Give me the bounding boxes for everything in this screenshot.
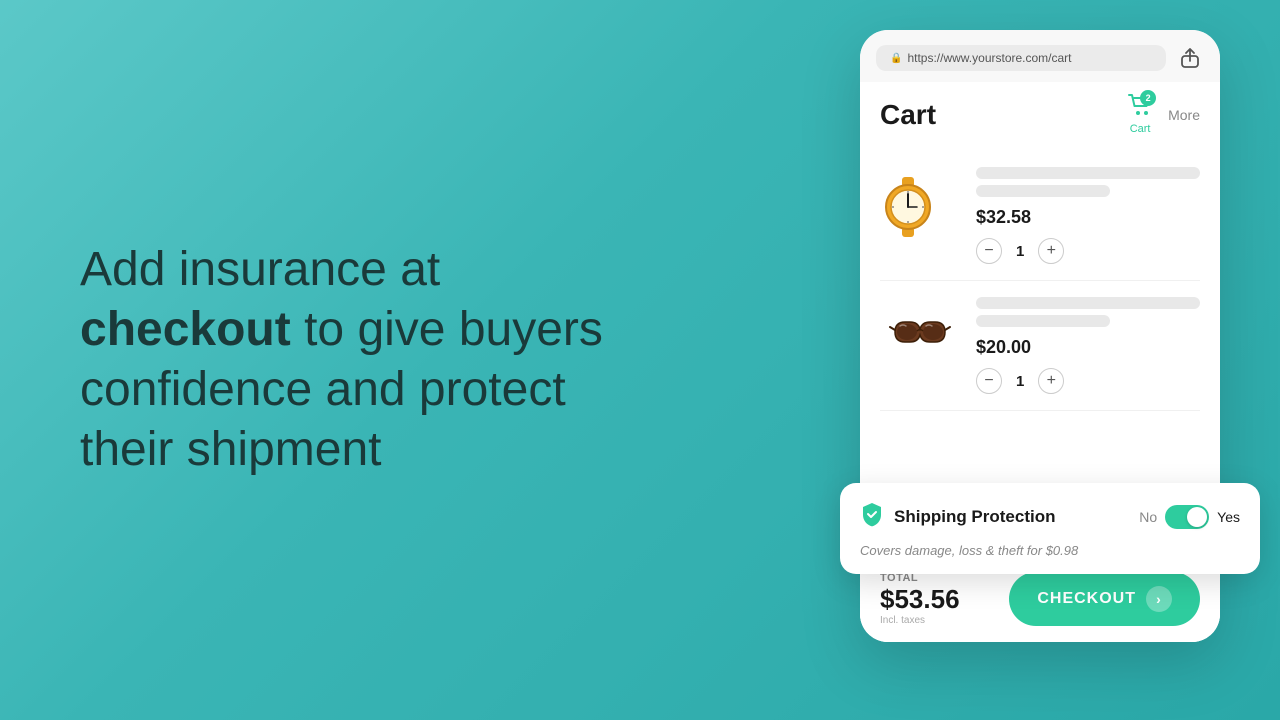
cart-nav-item[interactable]: 2 Cart xyxy=(1128,94,1152,135)
toggle-thumb xyxy=(1187,507,1207,527)
total-section: TOTAL $53.56 Incl. taxes xyxy=(880,572,960,626)
browser-bar: 🔒 https://www.yourstore.com/cart xyxy=(860,30,1220,82)
sp-description: Covers damage, loss & theft for $0.98 xyxy=(860,543,1220,558)
product-details-sunglasses: $20.00 − 1 + xyxy=(976,297,1200,394)
more-button[interactable]: More xyxy=(1168,107,1200,123)
product-name-bar-2 xyxy=(976,297,1200,309)
product-price-watch: $32.58 xyxy=(976,207,1200,228)
sp-no-label: No xyxy=(1139,509,1157,525)
hero-bold: checkout xyxy=(80,303,291,356)
sunglasses-image xyxy=(880,297,960,377)
hero-line1: Add insurance at xyxy=(80,243,440,296)
cart-header: Cart 2 Cart More xyxy=(880,82,1200,151)
cart-nav: 2 Cart More xyxy=(1128,94,1200,135)
product-item-sunglasses: $20.00 − 1 + xyxy=(880,281,1200,411)
qty-increase-watch[interactable]: + xyxy=(1038,238,1064,264)
phone-mockup: 🔒 https://www.yourstore.com/cart Cart xyxy=(860,30,1220,642)
total-incl-taxes: Incl. taxes xyxy=(880,615,960,626)
qty-control-sunglasses: − 1 + xyxy=(976,368,1200,394)
sp-title: Shipping Protection xyxy=(894,507,1129,527)
qty-value-watch: 1 xyxy=(1016,243,1024,260)
qty-control-watch: − 1 + xyxy=(976,238,1200,264)
cart-content: Cart 2 Cart More xyxy=(860,82,1220,642)
shipping-protection-card: Shipping Protection No Yes Covers damage… xyxy=(860,483,1220,574)
sp-header: Shipping Protection No Yes xyxy=(860,501,1220,533)
product-subname-bar-2 xyxy=(976,315,1110,327)
cart-nav-label: Cart xyxy=(1130,123,1151,135)
product-details-watch: $32.58 − 1 + xyxy=(976,167,1200,264)
product-item-watch: $32.58 − 1 + xyxy=(880,151,1200,281)
sp-toggle-wrap: No Yes xyxy=(1139,505,1220,529)
qty-value-sunglasses: 1 xyxy=(1016,373,1024,390)
product-price-sunglasses: $20.00 xyxy=(976,337,1200,358)
browser-frame: 🔒 https://www.yourstore.com/cart Cart xyxy=(860,30,1220,642)
total-amount: $53.56 xyxy=(880,584,960,615)
qty-decrease-watch[interactable]: − xyxy=(976,238,1002,264)
checkout-label: CHECKOUT xyxy=(1037,590,1136,608)
cart-badge: 2 xyxy=(1140,90,1156,106)
checkout-button[interactable]: CHECKOUT › xyxy=(1009,572,1200,626)
qty-decrease-sunglasses[interactable]: − xyxy=(976,368,1002,394)
hero-section: Add insurance at checkout to give buyers… xyxy=(0,240,680,480)
hero-text: Add insurance at checkout to give buyers… xyxy=(80,240,620,480)
product-name-bar xyxy=(976,167,1200,179)
address-bar: 🔒 https://www.yourstore.com/cart xyxy=(876,45,1166,71)
sp-toggle[interactable] xyxy=(1165,505,1209,529)
product-subname-bar xyxy=(976,185,1110,197)
checkout-arrow-icon: › xyxy=(1146,586,1172,612)
sp-yes-label: Yes xyxy=(1217,509,1220,525)
qty-increase-sunglasses[interactable]: + xyxy=(1038,368,1064,394)
cart-title: Cart xyxy=(880,99,936,131)
url-text: https://www.yourstore.com/cart xyxy=(907,51,1071,65)
lock-icon: 🔒 xyxy=(890,53,902,64)
shield-icon xyxy=(860,501,884,533)
cart-badge-wrap: 2 xyxy=(1128,94,1152,121)
share-button[interactable] xyxy=(1176,44,1204,72)
watch-image xyxy=(880,167,960,247)
